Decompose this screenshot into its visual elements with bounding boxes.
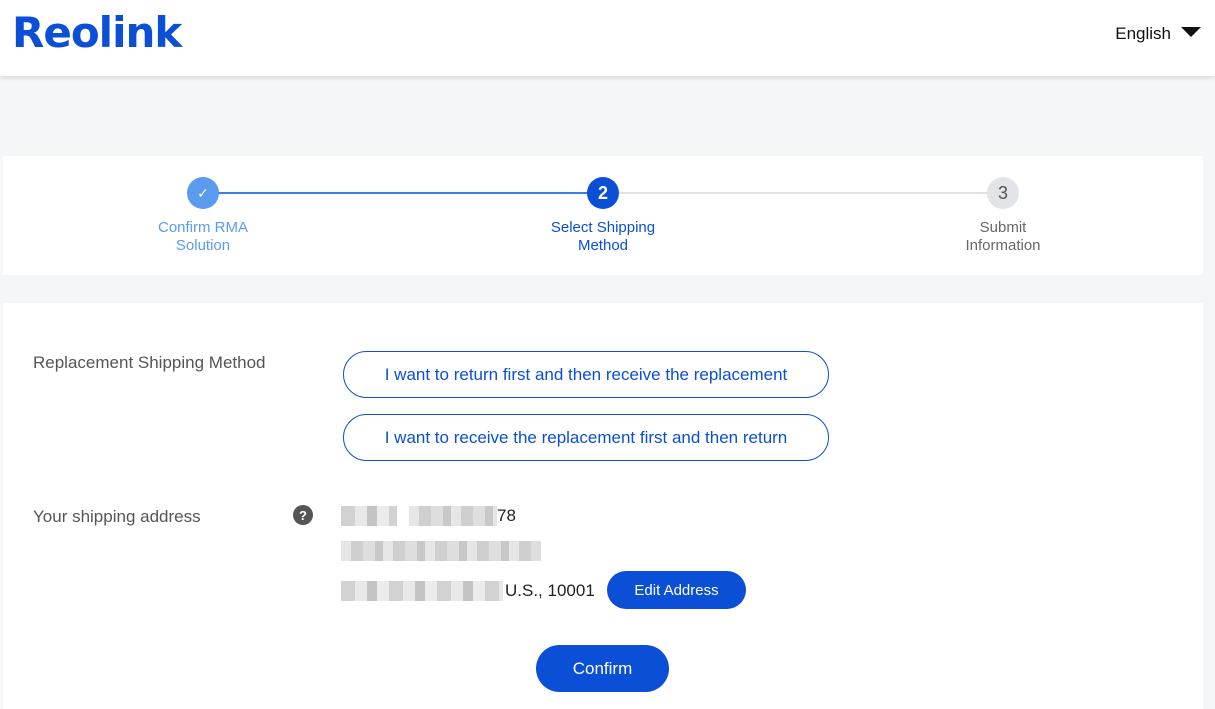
redacted-text [409,506,497,526]
step-label-line: Information [965,237,1041,254]
caret-down-icon [1181,27,1201,37]
step-label: Select Shipping Method [503,219,703,255]
edit-address-button[interactable]: Edit Address [607,571,746,609]
step-confirm-rma: ✓ Confirm RMA Solution [103,177,303,255]
step-label-line: Submit [979,219,1027,236]
shipping-form: Replacement Shipping Method I want to re… [3,303,1203,709]
address-line-1-suffix: 78 [497,506,516,525]
step-label: Confirm RMA Solution [103,219,303,255]
language-label: English [1115,24,1171,43]
address-line-2 [341,541,541,561]
step-label: Submit Information [903,219,1103,255]
step-number: 3 [987,177,1019,209]
redacted-text [341,506,397,526]
return-first-option-button[interactable]: I want to return first and then receive … [343,351,829,398]
progress-steps: ✓ Confirm RMA Solution 2 Select Shipping… [3,156,1203,275]
check-icon: ✓ [187,177,219,209]
reolink-logo[interactable]: Reolink [12,8,182,57]
step-number: 2 [587,177,619,209]
help-icon[interactable]: ? [293,505,313,525]
step-select-shipping: 2 Select Shipping Method [503,177,703,255]
shipping-method-label: Replacement Shipping Method [33,353,266,372]
address-line-3-suffix: U.S., 10001 [505,581,595,600]
replacement-first-option-button[interactable]: I want to receive the replacement first … [343,414,829,461]
step-label-line: Select Shipping [550,219,656,236]
language-selector[interactable]: English [1115,24,1201,44]
top-header: Reolink English [0,0,1215,76]
confirm-button[interactable]: Confirm [536,645,669,692]
step-label-line: Method [577,237,629,254]
step-label-line: Solution [175,237,231,254]
step-submit-information: 3 Submit Information [903,177,1103,255]
address-line-3: U.S., 10001 [341,581,595,601]
address-line-1: 78 [341,506,516,526]
shipping-address-label: Your shipping address [33,507,201,526]
redacted-text [341,541,541,561]
step-label-line: Confirm RMA [157,219,248,236]
redacted-text [341,581,503,601]
